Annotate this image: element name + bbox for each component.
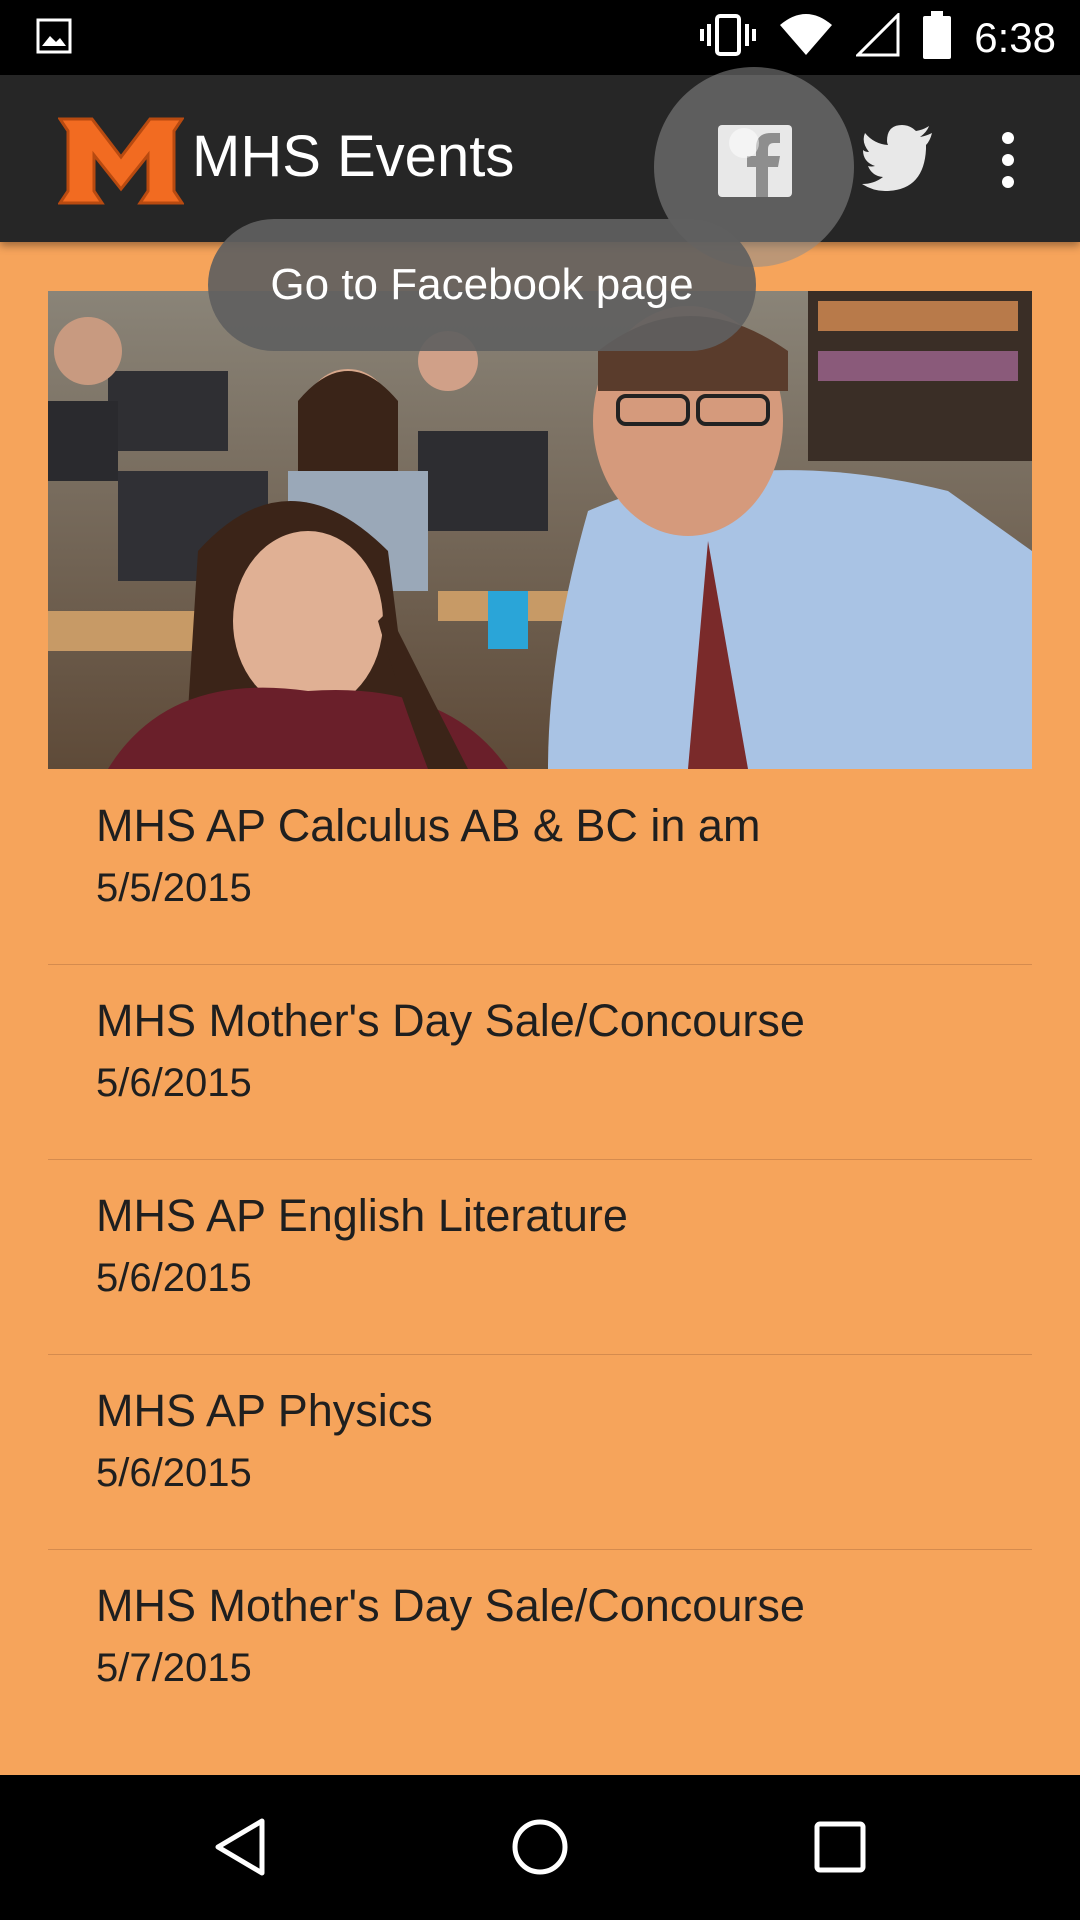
- back-icon[interactable]: [210, 1817, 270, 1877]
- facebook-tooltip: Go to Facebook page: [208, 219, 756, 351]
- event-date: 5/5/2015: [96, 866, 252, 910]
- battery-icon: [922, 11, 952, 64]
- list-item[interactable]: MHS Mother's Day Sale/Concourse 5/7/2015: [48, 1550, 1032, 1744]
- list-item[interactable]: MHS AP Physics 5/6/2015: [48, 1355, 1032, 1550]
- events-list: MHS AP Calculus AB & BC in am 5/5/2015 M…: [48, 770, 1032, 1744]
- image-icon: [36, 18, 72, 54]
- hero-image: [48, 291, 1032, 769]
- status-bar: 6:38: [0, 0, 1080, 75]
- clock: 6:38: [974, 13, 1056, 61]
- list-item[interactable]: MHS Mother's Day Sale/Concourse 5/6/2015: [48, 965, 1032, 1160]
- facebook-icon[interactable]: [718, 125, 792, 197]
- home-icon[interactable]: [510, 1817, 570, 1877]
- event-title: MHS Mother's Day Sale/Concourse: [96, 1580, 805, 1631]
- event-date: 5/6/2015: [96, 1061, 252, 1105]
- app-bar: MHS Events: [0, 67, 1080, 267]
- event-date: 5/6/2015: [96, 1256, 252, 1300]
- list-item[interactable]: MHS AP English Literature 5/6/2015: [48, 1160, 1032, 1355]
- signal-icon: [854, 11, 900, 62]
- event-title: MHS Mother's Day Sale/Concourse: [96, 995, 805, 1046]
- event-date: 5/7/2015: [96, 1646, 252, 1690]
- mhs-logo: [57, 111, 185, 207]
- event-title: MHS AP English Literature: [96, 1190, 628, 1241]
- vibrate-icon: [700, 13, 757, 62]
- more-options-icon[interactable]: [990, 130, 1026, 190]
- event-title: MHS AP Physics: [96, 1385, 433, 1436]
- event-title: MHS AP Calculus AB & BC in am: [96, 800, 761, 851]
- list-item[interactable]: MHS AP Calculus AB & BC in am 5/5/2015: [48, 770, 1032, 965]
- twitter-icon[interactable]: [862, 125, 934, 191]
- recents-icon[interactable]: [810, 1817, 870, 1877]
- navigation-bar: [0, 1775, 1080, 1920]
- app-title: MHS Events: [192, 124, 515, 189]
- event-date: 5/6/2015: [96, 1451, 252, 1495]
- wifi-icon: [778, 13, 834, 62]
